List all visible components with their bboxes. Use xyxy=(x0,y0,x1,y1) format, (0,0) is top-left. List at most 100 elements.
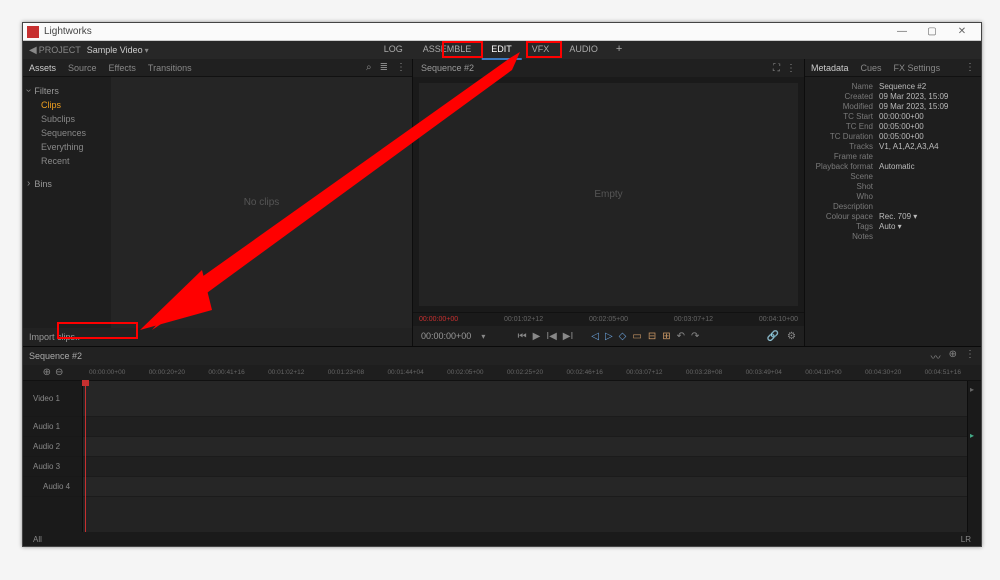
fx-tab[interactable]: FX Settings xyxy=(894,63,941,73)
mode-tab-assemble[interactable]: ASSEMBLE xyxy=(413,40,482,60)
maximize-button[interactable]: ▢ xyxy=(917,26,947,37)
step-back-icon[interactable]: I◀ xyxy=(546,331,556,342)
metadata-value[interactable] xyxy=(879,182,975,191)
ruler-tick: 00:00:00+00 xyxy=(89,369,125,376)
track-lane-a2[interactable] xyxy=(83,437,967,457)
track-label-a1[interactable]: Audio 1 xyxy=(23,417,82,437)
assets-tab[interactable]: Assets xyxy=(29,63,56,73)
metadata-value[interactable]: 09 Mar 2023, 15:09 xyxy=(879,92,975,101)
replace-icon[interactable]: ⊞ xyxy=(662,331,670,342)
project-name[interactable]: Sample Video xyxy=(87,45,143,55)
transitions-tab[interactable]: Transitions xyxy=(148,63,192,73)
waveform-icon[interactable]: 〰 xyxy=(931,349,941,364)
close-button[interactable]: ✕ xyxy=(947,26,977,37)
mode-tab-audio[interactable]: AUDIO xyxy=(559,40,608,60)
metadata-value[interactable]: 00:00:00+00 xyxy=(879,112,975,121)
viewer-canvas[interactable]: Empty xyxy=(419,83,798,306)
import-clips-button[interactable]: Import clips.. xyxy=(29,332,80,342)
tree-item-everything[interactable]: Everything xyxy=(27,140,107,154)
track-lane-v1[interactable] xyxy=(83,381,967,417)
viewer-menu-icon[interactable]: ⋮ xyxy=(786,63,796,74)
delete-icon[interactable]: ⊟ xyxy=(648,331,656,342)
meta-menu-icon[interactable]: ⋮ xyxy=(965,62,975,73)
metadata-key: Tags xyxy=(811,222,879,231)
track-label-a2[interactable]: Audio 2 xyxy=(23,437,82,457)
fullscreen-icon[interactable]: ⛶ xyxy=(773,63,780,74)
tree-item-subclips[interactable]: Subclips xyxy=(27,112,107,126)
timeline-ruler[interactable]: 00:00:00+0000:00:20+2000:00:41+1600:01:0… xyxy=(83,365,967,380)
metadata-value[interactable]: Automatic xyxy=(879,162,975,171)
cue-icon[interactable]: ◇ xyxy=(619,331,627,342)
track-label-a3[interactable]: Audio 3 xyxy=(23,457,82,477)
tree-item-clips[interactable]: Clips xyxy=(27,98,107,112)
metadata-value[interactable] xyxy=(879,192,975,201)
mode-tab-log[interactable]: LOG xyxy=(374,40,413,60)
dropdown-icon[interactable]: ▾ xyxy=(145,46,149,55)
metadata-value[interactable]: 00:05:00+00 xyxy=(879,132,975,141)
metadata-value[interactable]: Rec. 709 ▾ xyxy=(879,212,975,221)
metadata-row: TracksV1, A1,A2,A3,A4 xyxy=(811,142,975,151)
zoom-out-icon[interactable]: ⊖ xyxy=(55,367,63,378)
filters-group[interactable]: Filters xyxy=(27,85,107,96)
bins-group[interactable]: Bins xyxy=(27,178,107,189)
audio-lr-label[interactable]: LR xyxy=(961,535,971,544)
assets-panel: Assets Source Effects Transitions ⌕ ≣ ⋮ … xyxy=(23,59,413,346)
timeline-side-controls[interactable]: ▸ ▸ xyxy=(967,381,981,532)
metadata-value[interactable]: V1, A1,A2,A3,A4 xyxy=(879,142,975,151)
timeline-settings-icon[interactable]: ⊕ xyxy=(949,349,957,364)
metadata-value[interactable] xyxy=(879,232,975,241)
play-icon[interactable]: ▶ xyxy=(533,331,541,342)
panel-menu-icon[interactable]: ⋮ xyxy=(396,62,406,73)
track-label-a4[interactable]: Audio 4 xyxy=(23,477,82,497)
tc-dropdown-icon[interactable]: ▾ xyxy=(481,332,485,341)
tree-item-recent[interactable]: Recent xyxy=(27,154,107,168)
mode-tab-edit[interactable]: EDIT xyxy=(481,40,522,60)
track-lane-a3[interactable] xyxy=(83,457,967,477)
redo-icon[interactable]: ↷ xyxy=(691,331,699,342)
metadata-value[interactable]: 00:05:00+00 xyxy=(879,122,975,131)
mark-out-icon[interactable]: ▷ xyxy=(605,331,613,342)
remove-icon[interactable]: ▭ xyxy=(632,331,641,342)
cues-tab[interactable]: Cues xyxy=(861,63,882,73)
track-label-v1[interactable]: Video 1 xyxy=(23,381,82,417)
step-fwd-icon[interactable]: ▶I xyxy=(563,331,573,342)
metadata-key: Scene xyxy=(811,172,879,181)
mode-tab-vfx[interactable]: VFX xyxy=(522,40,560,60)
list-view-icon[interactable]: ≣ xyxy=(380,62,388,73)
track-lane-a1[interactable] xyxy=(83,417,967,437)
main-area: Assets Source Effects Transitions ⌕ ≣ ⋮ … xyxy=(23,59,981,346)
back-icon[interactable]: ◀ xyxy=(29,45,37,56)
metadata-value[interactable]: 09 Mar 2023, 15:09 xyxy=(879,102,975,111)
tree-item-sequences[interactable]: Sequences xyxy=(27,126,107,140)
metadata-value[interactable] xyxy=(879,152,975,161)
metadata-tab[interactable]: Metadata xyxy=(811,63,849,73)
track-all-label[interactable]: All xyxy=(33,535,42,544)
settings-icon[interactable]: ⚙ xyxy=(787,331,796,342)
current-timecode[interactable]: 00:00:00+00 xyxy=(421,331,471,341)
timeline-tracks[interactable] xyxy=(83,381,967,532)
app-icon xyxy=(27,26,39,38)
zoom-in-icon[interactable]: ⊕ xyxy=(43,367,51,378)
timeline-menu-icon[interactable]: ⋮ xyxy=(965,349,975,364)
effects-tab[interactable]: Effects xyxy=(109,63,136,73)
undo-icon[interactable]: ↶ xyxy=(677,331,685,342)
metadata-row: Notes xyxy=(811,232,975,241)
viewer-tc-2: 00:02:05+00 xyxy=(589,316,628,323)
metadata-key: Modified xyxy=(811,102,879,111)
metadata-value[interactable]: Sequence #2 xyxy=(879,82,975,91)
metadata-value[interactable] xyxy=(879,202,975,211)
source-tab[interactable]: Source xyxy=(68,63,97,73)
mode-tab-add[interactable]: + xyxy=(608,40,630,60)
search-icon[interactable]: ⌕ xyxy=(366,62,372,73)
metadata-value[interactable] xyxy=(879,172,975,181)
track-lane-a4[interactable] xyxy=(83,477,967,497)
metadata-row: TC End00:05:00+00 xyxy=(811,122,975,131)
mark-in-icon[interactable]: ◁ xyxy=(591,331,599,342)
viewer-ruler[interactable]: 00:00:00+00 00:01:02+12 00:02:05+00 00:0… xyxy=(413,312,804,326)
minimize-button[interactable]: — xyxy=(887,26,917,37)
skip-back-icon[interactable]: ⏮ xyxy=(518,331,527,342)
link-icon[interactable]: 🔗 xyxy=(767,331,779,342)
metadata-key: TC Start xyxy=(811,112,879,121)
playhead[interactable] xyxy=(85,381,86,532)
metadata-value[interactable]: Auto ▾ xyxy=(879,222,975,231)
